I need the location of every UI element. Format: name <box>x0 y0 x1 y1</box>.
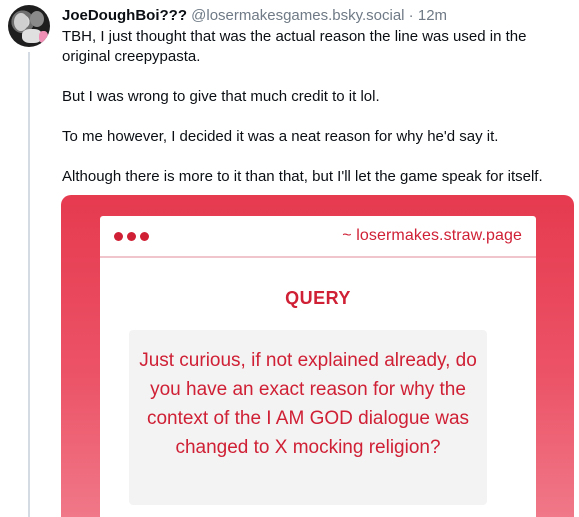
timestamp[interactable]: 12m <box>418 7 447 24</box>
query-window: ~ losermakes.straw.page QUERY Just curio… <box>100 216 536 517</box>
separator: · <box>404 7 418 24</box>
embedded-image[interactable]: ~ losermakes.straw.page QUERY Just curio… <box>61 195 574 517</box>
author-handle[interactable]: @losermakesgames.bsky.social <box>191 7 404 24</box>
paragraph: But I was wrong to give that much credit… <box>62 88 380 105</box>
author-name[interactable]: JoeDoughBoi??? <box>62 7 187 24</box>
paragraph: Although there is more to it than that, … <box>62 168 543 185</box>
query-text: Just curious, if not explained already, … <box>129 330 487 505</box>
window-titlebar: ~ losermakes.straw.page <box>100 216 536 258</box>
post-header: JoeDoughBoi??? @losermakesgames.bsky.soc… <box>62 6 447 26</box>
avatar[interactable] <box>8 5 50 47</box>
paragraph: To me however, I decided it was a neat r… <box>62 128 499 145</box>
site-url: ~ losermakes.straw.page <box>342 227 522 244</box>
post: JoeDoughBoi??? @losermakesgames.bsky.soc… <box>0 0 579 517</box>
thread-line <box>28 52 30 517</box>
window-dots-icon <box>114 232 149 241</box>
query-heading: QUERY <box>285 288 351 308</box>
paragraph: TBH, I just thought that was the actual … <box>62 28 527 65</box>
post-text: TBH, I just thought that was the actual … <box>62 27 572 187</box>
